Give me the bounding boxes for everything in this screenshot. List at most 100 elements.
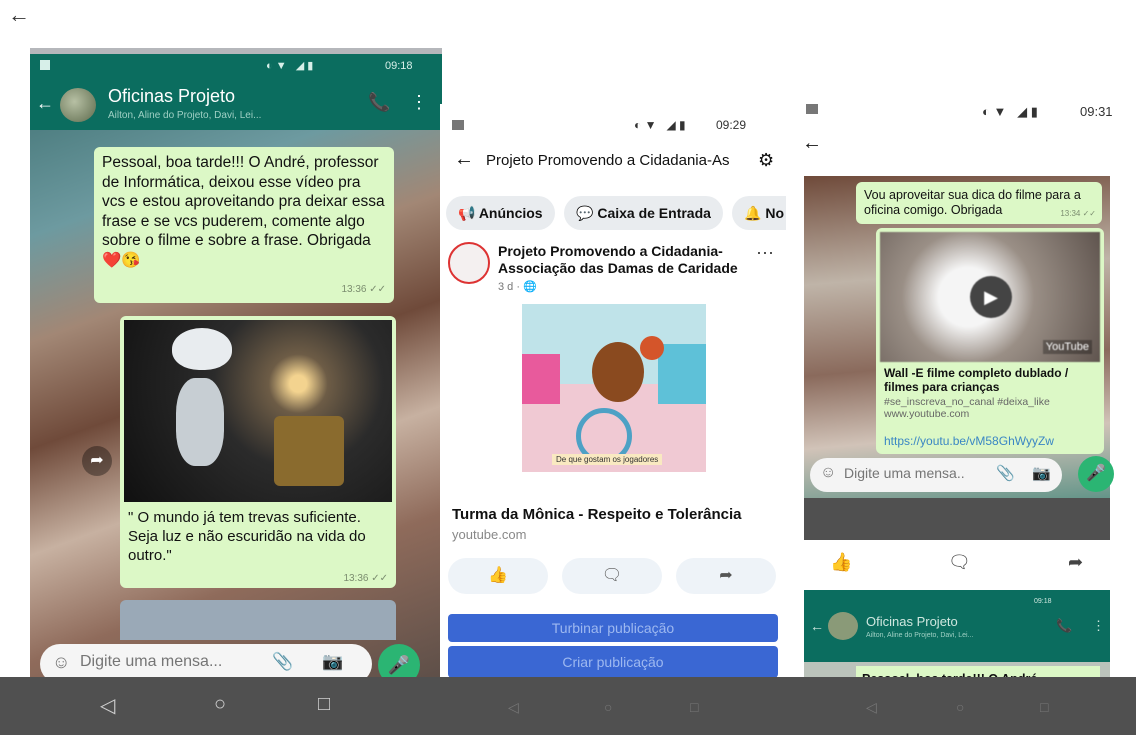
like-button[interactable]: 👍 [448, 558, 548, 594]
recents-nav-icon: □ [1040, 699, 1049, 715]
back-arrow-icon[interactable]: ← [8, 2, 30, 28]
status-time: 09:18 [1034, 598, 1052, 605]
post-author[interactable]: Projeto Promovendo a Cidadania-Associaçã… [498, 243, 748, 277]
forward-icon[interactable]: ➦ [82, 446, 112, 476]
status-bar: ◐ ▼ ◢ ▮ 09:31 [786, 94, 1136, 124]
video-link[interactable]: https://youtu.be/vM58GhWyyZw [884, 434, 1096, 448]
chat-subtitle: Ailton, Aline do Projeto, Davi, Lei... [866, 632, 974, 639]
video-description: #se_inscreva_no_canal #deixa_like www.yo… [884, 396, 1050, 420]
create-post-button[interactable]: Criar publicação [448, 646, 778, 678]
group-avatar[interactable] [60, 88, 96, 122]
link-domain: youtube.com [452, 527, 527, 542]
post-meta: 3 d · 🌐 [498, 281, 537, 293]
thumbnail-house [658, 344, 706, 404]
wall-e-image[interactable] [124, 320, 392, 502]
signal-icons: ◐ ▼ ◢ ▮ [266, 60, 314, 72]
add-call-icon: 📞 [1056, 618, 1073, 633]
gear-icon[interactable]: ⚙ [758, 150, 774, 171]
share-button[interactable]: ➦ [676, 558, 776, 594]
message-time: 13:34 ✓✓ [1060, 209, 1096, 218]
recents-nav-icon: □ [690, 699, 699, 715]
back-icon[interactable]: ← [36, 93, 54, 114]
thumbnail-character [592, 342, 644, 402]
chip-label: Anúncios [478, 205, 543, 221]
whatsapp-screenshot-1: ◐ ▼ ◢ ▮ 09:18 ← Oficinas Projeto Ailton,… [30, 48, 442, 688]
more-icon[interactable]: ··· [756, 242, 774, 263]
like-icon: 👍 [488, 567, 508, 584]
whatsapp-screenshot-2: ◐ ▼ ◢ ▮ 09:31 ← Vou aproveitar sua dica … [786, 94, 1136, 694]
back-icon[interactable]: ← [802, 132, 822, 155]
message-bubble[interactable]: Vou aproveitar sua dica do filme para a … [856, 182, 1102, 224]
video-preview[interactable]: ▶ YouTube [880, 232, 1100, 362]
home-nav-icon: ○ [956, 699, 965, 715]
emoji-icon[interactable]: ☺ [820, 464, 836, 482]
chat-header: ← Oficinas Projeto Ailton, Aline do Proj… [30, 80, 442, 130]
status-time: 09:18 [385, 60, 413, 72]
mic-button[interactable]: 🎤 [1078, 456, 1114, 492]
notification-icon [452, 120, 464, 130]
camera-icon[interactable]: 📷 [1032, 464, 1051, 482]
android-nav-bar: ◁ ○ □ ◁ ○ □ ◁ ○ □ [0, 677, 1136, 735]
chip-label: Caixa de Entrada [597, 205, 711, 221]
more-icon[interactable]: ⋮ [410, 92, 428, 113]
share-icon[interactable]: ➦ [1068, 552, 1083, 573]
megaphone-icon: 📢 [458, 205, 479, 221]
chat-title: Oficinas Projeto [866, 614, 958, 629]
link-title[interactable]: Turma da Mônica - Respeito e Tolerância [452, 506, 742, 523]
like-icon[interactable]: 👍 [830, 552, 852, 573]
thumbnail-ball [640, 336, 664, 360]
comment-button[interactable]: 🗨 [562, 558, 662, 594]
chip-notificacoes[interactable]: 🔔 No [732, 196, 786, 230]
link-preview-bubble[interactable]: ▶ YouTube Wall -E filme completo dublado… [876, 228, 1104, 454]
boost-post-button[interactable]: Turbinar publicação [448, 614, 778, 642]
signal-icons: ◐ ▼ ◢ ▮ [634, 118, 686, 132]
mini-chat-header: ← 09:18 📞 ⋮ [804, 598, 1110, 662]
attach-icon[interactable]: 📎 [996, 464, 1015, 482]
message-text: Pessoal, boa tarde!!! O André, professor… [102, 154, 385, 269]
message-input[interactable] [844, 465, 964, 481]
home-nav-icon[interactable]: ○ [214, 693, 226, 716]
chip-caixa-de-entrada[interactable]: 💬 Caixa de Entrada [564, 196, 723, 230]
android-nav-bar [804, 498, 1110, 540]
notification-icon [806, 104, 818, 114]
play-icon[interactable]: ▶ [970, 276, 1012, 318]
page-title: Projeto Promovendo a Cidadania-As [486, 152, 730, 169]
facebook-screenshot: ◐ ▼ ◢ ▮ 09:29 ← Projeto Promovendo a Cid… [440, 104, 786, 694]
attach-icon[interactable]: 📎 [272, 652, 293, 672]
thumbnail-house [522, 354, 560, 404]
comment-icon: 🗨 [601, 567, 623, 584]
comment-icon[interactable]: 🗨 [948, 552, 971, 573]
eve-robot [172, 328, 232, 370]
add-call-icon[interactable]: 📞 [368, 92, 390, 113]
chip-anuncios[interactable]: 📢 Anúncios [446, 196, 555, 230]
image-caption: " O mundo já tem trevas suficiente. Seja… [128, 509, 366, 564]
group-avatar [828, 612, 858, 640]
back-icon[interactable]: ← [454, 148, 474, 171]
walle-robot [274, 416, 344, 486]
video-thumbnail[interactable]: De que gostam os jogadores [522, 304, 706, 472]
emoji-icon[interactable]: ☺ [52, 652, 70, 673]
status-time: 09:31 [1080, 104, 1113, 119]
next-image-message[interactable] [120, 600, 396, 640]
share-icon: ➦ [719, 567, 733, 584]
back-nav-icon: ◁ [508, 699, 519, 715]
message-text: Vou aproveitar sua dica do filme para a … [864, 188, 1081, 217]
notification-icon [40, 60, 50, 70]
thumbnail-caption: De que gostam os jogadores [552, 454, 663, 465]
back-icon[interactable]: ← [810, 618, 824, 634]
mini-status-bar [804, 590, 1110, 598]
eve-body [176, 378, 224, 466]
chip-label: No [765, 205, 784, 221]
camera-icon[interactable]: 📷 [322, 652, 343, 672]
status-time: 09:29 [716, 118, 747, 132]
recents-nav-icon[interactable]: □ [318, 693, 330, 716]
page-avatar[interactable] [448, 242, 490, 284]
image-message-bubble[interactable]: " O mundo já tem trevas suficiente. Seja… [120, 316, 396, 588]
message-bubble[interactable]: Pessoal, boa tarde!!! O André, professor… [94, 147, 394, 303]
home-nav-icon: ○ [604, 699, 613, 715]
youtube-logo: YouTube [1042, 340, 1092, 354]
chat-title[interactable]: Oficinas Projeto [108, 86, 235, 107]
status-bar: ◐ ▼ ◢ ▮ 09:29 [440, 104, 786, 132]
back-nav-icon[interactable]: ◁ [100, 693, 115, 718]
message-input[interactable] [80, 653, 260, 671]
